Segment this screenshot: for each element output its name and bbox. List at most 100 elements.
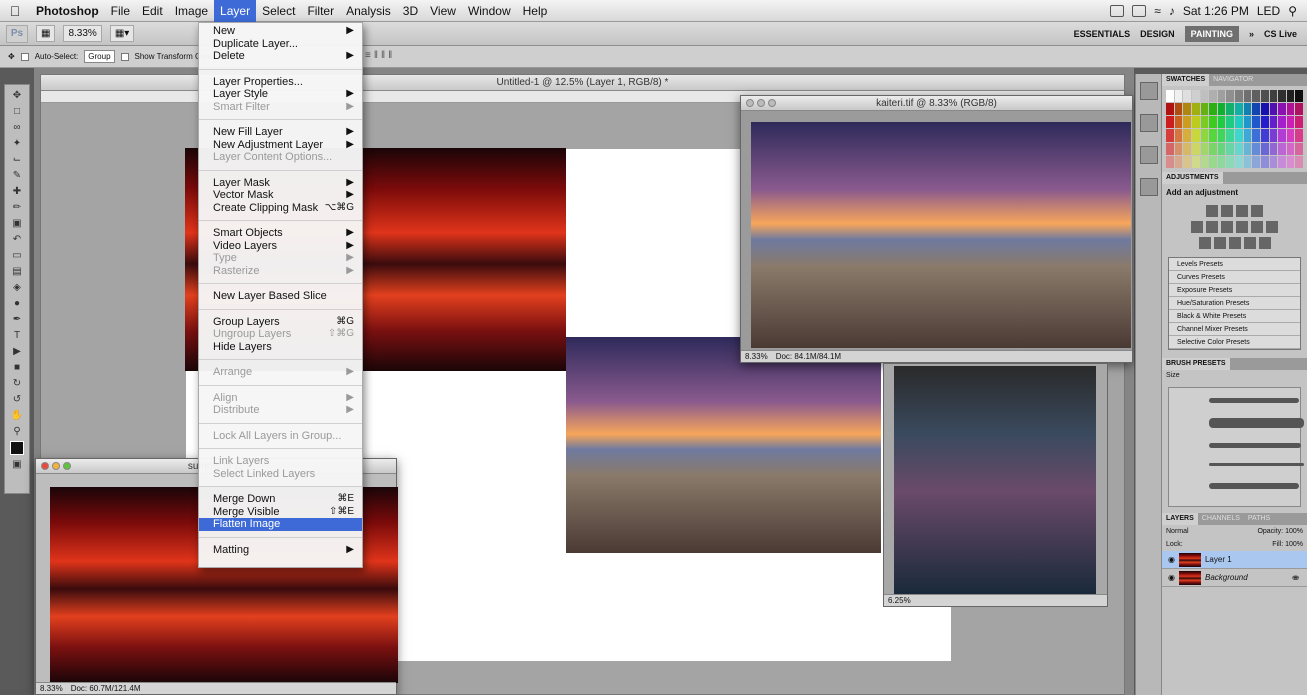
swatch[interactable]: [1252, 129, 1260, 142]
swatch[interactable]: [1166, 155, 1174, 168]
tab-navigator[interactable]: NAVIGATOR: [1209, 74, 1257, 86]
eraser-tool-icon[interactable]: ▭: [8, 249, 26, 262]
swatch[interactable]: [1286, 103, 1295, 116]
layer-name[interactable]: Layer 1: [1205, 555, 1232, 564]
shape-tool-icon[interactable]: ■: [8, 361, 26, 374]
tool-presets-icon[interactable]: [1139, 146, 1158, 164]
menu-analysis[interactable]: Analysis: [340, 0, 397, 22]
tab-layers[interactable]: LAYERS: [1162, 513, 1198, 525]
menu-item-new[interactable]: New ▶: [199, 25, 362, 38]
layer-row-background[interactable]: ◉ Background ⛂: [1162, 569, 1307, 587]
brush-stroke[interactable]: [1209, 443, 1301, 448]
align-icons[interactable]: ≡‖‖‖: [365, 50, 395, 61]
swatch[interactable]: [1217, 142, 1226, 155]
apple-icon[interactable]: : [0, 3, 30, 19]
menu-item-video-layers[interactable]: Video Layers ▶: [199, 240, 362, 253]
close-icon[interactable]: [746, 99, 754, 107]
healing-tool-icon[interactable]: ✚: [8, 185, 26, 198]
type-tool-icon[interactable]: T: [8, 329, 26, 342]
swatch[interactable]: [1191, 103, 1200, 116]
swatch[interactable]: [1269, 155, 1278, 168]
swatch[interactable]: [1235, 129, 1243, 142]
swatch[interactable]: [1191, 155, 1200, 168]
menu-help[interactable]: Help: [517, 0, 554, 22]
layer-row-layer1[interactable]: ◉ Layer 1: [1162, 551, 1307, 569]
swatch[interactable]: [1183, 129, 1191, 142]
eye-icon[interactable]: ◉: [1168, 573, 1175, 582]
swatch[interactable]: [1278, 116, 1286, 129]
kaiteri-doc-size[interactable]: Doc: 84.1M/84.1M: [776, 351, 841, 362]
swatch[interactable]: [1260, 90, 1269, 103]
menu-item-layer-properties[interactable]: Layer Properties...: [199, 76, 362, 89]
swatch[interactable]: [1243, 129, 1252, 142]
menu-select[interactable]: Select: [256, 0, 301, 22]
swatch[interactable]: [1252, 142, 1260, 155]
swatch[interactable]: [1174, 155, 1183, 168]
history-brush-tool-icon[interactable]: ↶: [8, 233, 26, 246]
swatch[interactable]: [1217, 116, 1226, 129]
swatch[interactable]: [1166, 116, 1174, 129]
gradient-tool-icon[interactable]: ▤: [8, 265, 26, 278]
swatch[interactable]: [1278, 129, 1286, 142]
swatch[interactable]: [1260, 116, 1269, 129]
tab-swatches[interactable]: SWATCHES: [1162, 74, 1210, 86]
bw-icon[interactable]: [1236, 221, 1248, 233]
swatch[interactable]: [1174, 129, 1183, 142]
swatch[interactable]: [1252, 116, 1260, 129]
river-zoom[interactable]: 6.25%: [888, 595, 911, 606]
brush-stroke[interactable]: [1209, 483, 1299, 489]
photo-filter-icon[interactable]: [1251, 221, 1263, 233]
kaiteri-image[interactable]: [751, 122, 1131, 348]
auto-select-checkbox[interactable]: [20, 52, 29, 61]
swatch[interactable]: [1183, 103, 1191, 116]
menu-item-group-layers[interactable]: Group Layers ⌘G: [199, 316, 362, 329]
fill-value[interactable]: 100%: [1285, 541, 1303, 548]
brightness-icon[interactable]: [1206, 205, 1218, 217]
swatch[interactable]: [1191, 116, 1200, 129]
swatch[interactable]: [1278, 103, 1286, 116]
preset-channel-mixer[interactable]: Channel Mixer Presets: [1169, 323, 1300, 336]
swatch[interactable]: [1200, 155, 1209, 168]
swatch[interactable]: [1235, 90, 1243, 103]
swatch[interactable]: [1278, 142, 1286, 155]
swatch[interactable]: [1286, 129, 1295, 142]
foreground-color-swatch[interactable]: [10, 441, 24, 455]
opacity-value[interactable]: 100%: [1285, 528, 1303, 535]
swatch[interactable]: [1174, 90, 1183, 103]
zoom-icon[interactable]: [63, 462, 71, 470]
swatch[interactable]: [1260, 103, 1269, 116]
swatch[interactable]: [1235, 142, 1243, 155]
swatch[interactable]: [1209, 129, 1217, 142]
auto-select-dropdown[interactable]: Group: [84, 50, 115, 63]
swatch[interactable]: [1252, 155, 1260, 168]
menu-layer[interactable]: Layer: [214, 0, 257, 22]
eye-icon[interactable]: ◉: [1168, 555, 1175, 564]
menu-item-flatten-image[interactable]: Flatten Image: [199, 518, 362, 531]
brush-panel-icon[interactable]: [1139, 178, 1158, 196]
preset-curves[interactable]: Curves Presets: [1169, 271, 1300, 284]
brush-stroke[interactable]: [1209, 463, 1304, 466]
swatch[interactable]: [1209, 142, 1217, 155]
swatch[interactable]: [1260, 129, 1269, 142]
status-icon[interactable]: [1110, 4, 1125, 17]
kaiteri-title[interactable]: kaiteri.tif @ 8.33% (RGB/8): [741, 96, 1132, 111]
swatch[interactable]: [1295, 142, 1303, 155]
swatch[interactable]: [1226, 155, 1234, 168]
swatch[interactable]: [1217, 103, 1226, 116]
swatch[interactable]: [1200, 129, 1209, 142]
swatch[interactable]: [1183, 116, 1191, 129]
menu-item-layer-mask[interactable]: Layer Mask ▶: [199, 177, 362, 190]
menu-item-layer-style[interactable]: Layer Style ▶: [199, 88, 362, 101]
volume-icon[interactable]: ♪: [1169, 4, 1175, 18]
swatch[interactable]: [1243, 155, 1252, 168]
clock[interactable]: Sat 1:26 PM: [1183, 4, 1249, 18]
swatch[interactable]: [1260, 142, 1269, 155]
blur-tool-icon[interactable]: ◈: [8, 281, 26, 294]
swatch[interactable]: [1269, 90, 1278, 103]
preset-selective-color[interactable]: Selective Color Presets: [1169, 336, 1300, 349]
gradient-map-icon[interactable]: [1243, 237, 1256, 249]
swatch[interactable]: [1269, 142, 1278, 155]
swatch[interactable]: [1174, 103, 1183, 116]
swatch[interactable]: [1252, 103, 1260, 116]
swatch[interactable]: [1243, 90, 1252, 103]
